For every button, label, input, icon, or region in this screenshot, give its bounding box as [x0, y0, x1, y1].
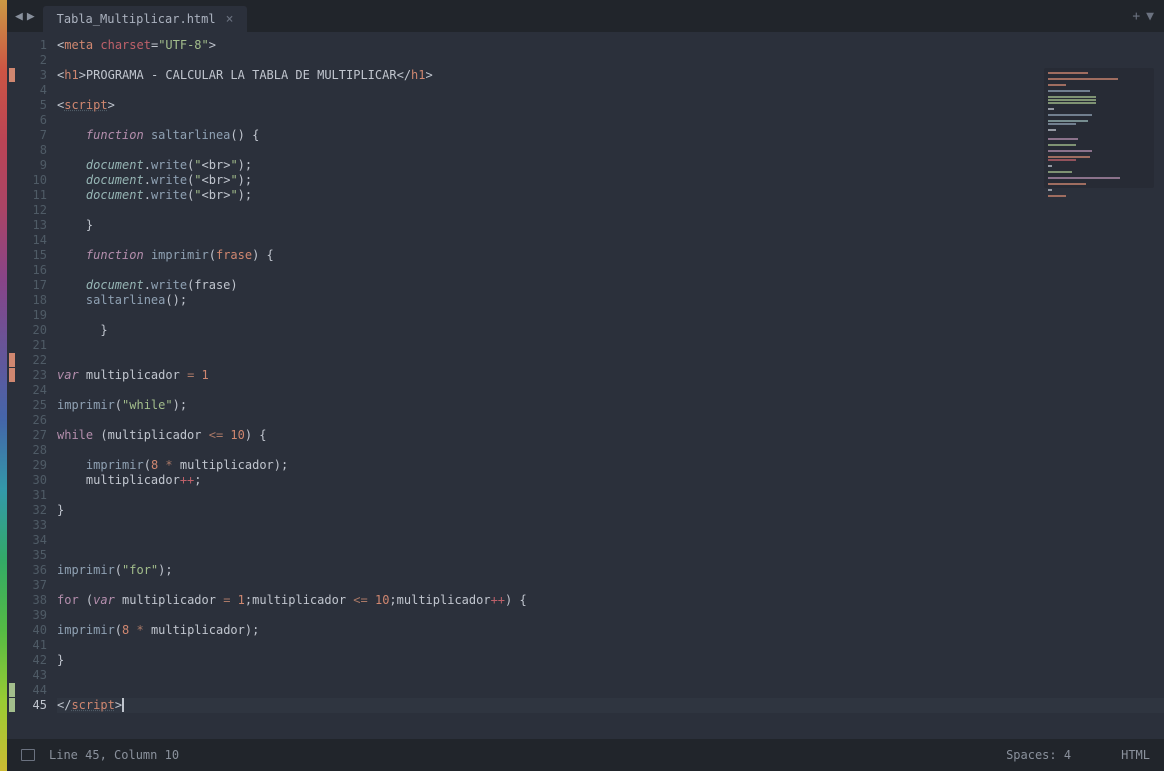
file-tab[interactable]: Tabla_Multiplicar.html ×: [43, 6, 248, 32]
close-icon[interactable]: ×: [226, 12, 234, 27]
window-edge-gradient: [0, 0, 7, 771]
line-numbers: 1234567891011121314151617181920212223242…: [19, 32, 57, 739]
gutter: [7, 32, 19, 739]
code-content[interactable]: <meta charset="UTF-8"><h1>PROGRAMA - CAL…: [57, 32, 1164, 739]
status-syntax[interactable]: HTML: [1121, 748, 1150, 762]
status-position: Line 45, Column 10: [49, 748, 179, 762]
nav-arrows: ◀ ▶: [7, 9, 43, 24]
status-spaces[interactable]: Spaces: 4: [1006, 748, 1071, 762]
dropdown-icon[interactable]: ▼: [1146, 9, 1154, 24]
panel-icon[interactable]: [21, 749, 35, 761]
minimap[interactable]: [1044, 68, 1154, 188]
status-bar: Line 45, Column 10 Spaces: 4 HTML: [7, 739, 1164, 771]
file-tab-label: Tabla_Multiplicar.html: [57, 12, 216, 26]
tab-bar: ◀ ▶ Tabla_Multiplicar.html × + ▼: [7, 0, 1164, 32]
tab-bar-right: + ▼: [1132, 9, 1164, 24]
nav-forward-icon[interactable]: ▶: [27, 9, 35, 24]
add-tab-icon[interactable]: +: [1132, 9, 1140, 24]
nav-back-icon[interactable]: ◀: [15, 9, 23, 24]
editor-area[interactable]: 1234567891011121314151617181920212223242…: [7, 32, 1164, 739]
